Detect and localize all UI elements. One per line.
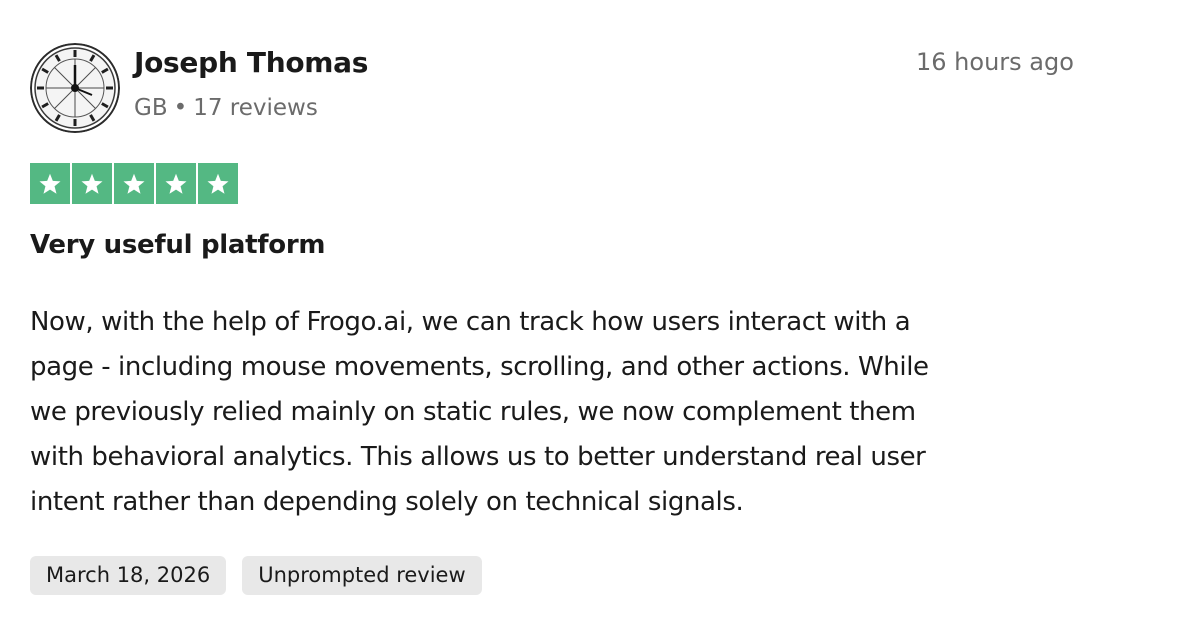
review-body: Now, with the help of Frogo.ai, we can t… [30,300,1120,525]
review-date-tag: March 18, 2026 [30,556,227,595]
review-timestamp: 16 hours ago [916,48,1074,76]
star-box [72,163,112,204]
review-body-line: with behavioral analytics. This allows u… [30,442,926,472]
reviewer-avatar[interactable] [30,43,120,133]
review-body-line: we previously relied mainly on static ru… [30,397,916,427]
review-title[interactable]: Very useful platform [30,230,325,260]
review-type-tag[interactable]: Unprompted review [242,556,482,595]
star-rating [30,163,238,204]
star-icon [207,173,229,194]
reviewer-country: GB [134,95,168,121]
reviewer-meta: GB • 17 reviews [134,95,318,121]
star-box [198,163,238,204]
star-box [156,163,196,204]
reviewer-name[interactable]: Joseph Thomas [134,46,368,79]
review-tags: March 18, 2026 Unprompted review [30,556,482,595]
meta-separator: • [173,95,188,121]
review-body-line: page - including mouse movements, scroll… [30,352,929,382]
star-box [30,163,70,204]
star-icon [39,173,61,194]
review-body-line: Now, with the help of Frogo.ai, we can t… [30,307,911,337]
reviewer-review-count[interactable]: 17 reviews [193,95,318,121]
star-box [114,163,154,204]
star-icon [123,173,145,194]
clock-avatar-icon [30,43,120,133]
star-icon [81,173,103,194]
star-icon [165,173,187,194]
review-body-line: intent rather than depending solely on t… [30,487,744,517]
review-card: Joseph Thomas GB • 17 reviews 16 hours ago… [0,0,1204,640]
